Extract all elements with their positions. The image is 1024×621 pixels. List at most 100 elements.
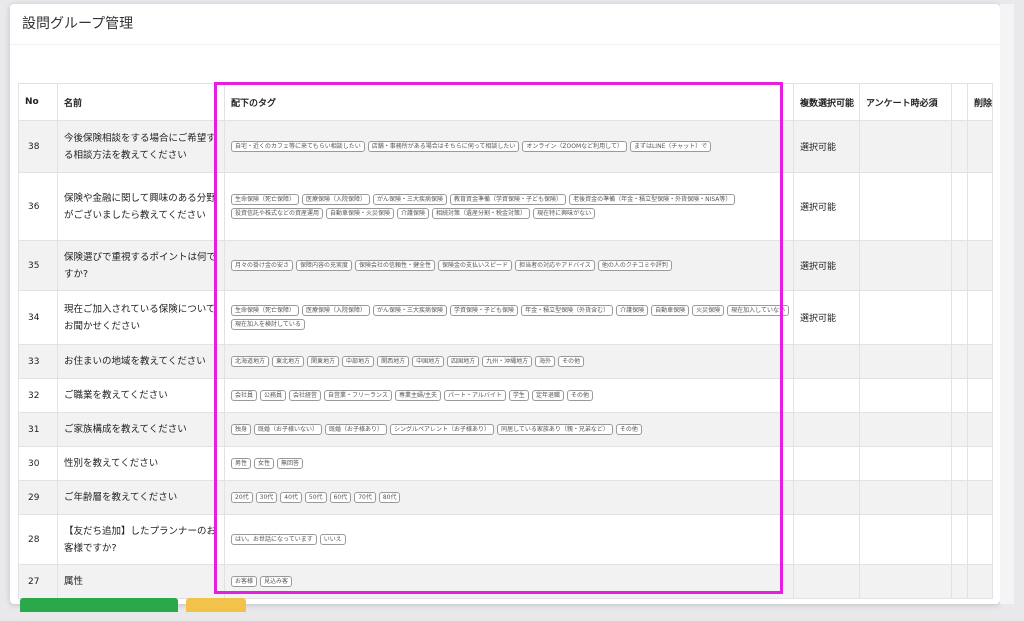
tag-chip[interactable]: オンライン（ZOOMなど利用して） bbox=[522, 141, 627, 152]
row-delete[interactable] bbox=[967, 480, 993, 515]
table-row[interactable]: 35 保険選びで重視するポイントは何ですか? 月々の掛け金の安さ 保障内容の充実度 保険… bbox=[18, 240, 993, 291]
tag-chip[interactable]: がん保険・三大疾病保険 bbox=[373, 305, 448, 316]
row-name[interactable]: ご職業を教えてください bbox=[57, 378, 225, 413]
secondary-action-button[interactable] bbox=[186, 598, 246, 612]
tag-chip[interactable]: 70代 bbox=[354, 492, 376, 503]
tag-chip[interactable]: はい。お世話になっています bbox=[231, 534, 317, 545]
tag-chip[interactable]: 80代 bbox=[378, 492, 401, 503]
tag-chip[interactable]: 女性 bbox=[254, 458, 275, 469]
tag-chip[interactable]: 保険会社の信頼性・健全性 bbox=[355, 260, 436, 271]
row-name[interactable]: 性別を教えてください bbox=[57, 446, 225, 481]
table-row[interactable]: 30 性別を教えてください 男性 女性 無回答 bbox=[18, 446, 993, 481]
row-delete[interactable] bbox=[967, 412, 993, 447]
tag-chip[interactable]: 火災保険 bbox=[692, 305, 725, 316]
tag-chip[interactable]: 無回答 bbox=[277, 458, 304, 469]
tag-chip[interactable]: 会社経営 bbox=[289, 390, 322, 401]
tag-chip[interactable]: 現在特に興味がない bbox=[533, 208, 596, 219]
row-name[interactable]: 属性 bbox=[57, 564, 225, 599]
table-row[interactable]: 27 属性 お客様 見込み客 bbox=[18, 564, 993, 599]
tag-chip[interactable]: お客様 bbox=[231, 576, 258, 587]
tag-chip[interactable]: 独身 bbox=[231, 424, 252, 435]
tag-chip[interactable]: 年金・積立型保険（外貨含む） bbox=[521, 305, 614, 316]
tag-chip[interactable]: 四国地方 bbox=[447, 356, 480, 367]
header-required[interactable]: アンケート時必須 bbox=[859, 83, 952, 121]
tag-chip[interactable]: 関西地方 bbox=[377, 356, 410, 367]
row-delete[interactable] bbox=[967, 564, 993, 599]
tag-chip[interactable]: 介護保険 bbox=[616, 305, 649, 316]
tag-chip[interactable]: 関東地方 bbox=[307, 356, 340, 367]
header-no[interactable]: No bbox=[18, 83, 58, 121]
tag-chip[interactable]: 自動車保険・火災保険 bbox=[326, 208, 395, 219]
tag-chip[interactable]: 定年退職 bbox=[531, 390, 564, 401]
tag-chip[interactable]: 自宅・近くのカフェ等に来てもらい相談したい bbox=[231, 141, 365, 152]
tag-chip[interactable]: 既婚（お子様あり） bbox=[325, 424, 388, 435]
tag-chip[interactable]: 相続対策（遺産分割・税金対策） bbox=[432, 208, 531, 219]
table-row[interactable]: 29 ご年齢層を教えてください 20代 30代 40代 50代 60代 70代 80代 bbox=[18, 480, 993, 515]
tag-chip[interactable]: 保障内容の充実度 bbox=[296, 260, 353, 271]
tag-chip[interactable]: その他 bbox=[566, 390, 593, 401]
tag-chip[interactable]: 生命保険（死亡保障） bbox=[231, 194, 300, 205]
row-delete[interactable] bbox=[967, 290, 993, 345]
tag-chip[interactable]: 50代 bbox=[304, 492, 327, 503]
table-row[interactable]: 28 【友だち追加】したプランナーのお客様ですか? はい。お世話になっています いいえ bbox=[18, 514, 993, 565]
header-delete[interactable]: 削除 bbox=[967, 83, 993, 121]
tag-chip[interactable]: 現在加入を検討している bbox=[231, 319, 305, 330]
row-delete[interactable] bbox=[967, 446, 993, 481]
row-name[interactable]: お住まいの地域を教えてください bbox=[57, 344, 225, 379]
tag-chip[interactable]: 生命保険（死亡保障） bbox=[231, 305, 300, 316]
tag-chip[interactable]: 男性 bbox=[231, 458, 252, 469]
tag-chip[interactable]: 現在加入していない bbox=[727, 305, 789, 316]
row-name[interactable]: 今後保険相談をする場合にご希望する相談方法を教えてください bbox=[57, 120, 225, 173]
header-name[interactable]: 名前 bbox=[57, 83, 225, 121]
row-name[interactable]: ご家族構成を教えてください bbox=[57, 412, 225, 447]
tag-chip[interactable]: 40代 bbox=[280, 492, 302, 503]
tag-chip[interactable]: 30代 bbox=[255, 492, 278, 503]
tag-chip[interactable]: 公務員 bbox=[260, 390, 287, 401]
row-delete[interactable] bbox=[967, 378, 993, 413]
tag-chip[interactable]: 自動車保険 bbox=[651, 305, 690, 316]
tag-chip[interactable]: その他 bbox=[558, 356, 585, 367]
header-multi-select[interactable]: 複数選択可能 bbox=[793, 83, 860, 121]
row-delete[interactable] bbox=[967, 514, 993, 565]
row-name[interactable]: 保険選びで重視するポイントは何ですか? bbox=[57, 240, 225, 291]
tag-chip[interactable]: 介護保険 bbox=[397, 208, 430, 219]
tag-chip[interactable]: 九州・沖縄地方 bbox=[482, 356, 533, 367]
primary-action-button[interactable] bbox=[20, 598, 178, 612]
tag-chip[interactable]: 店舗・事務所がある場合はそちらに伺って相談したい bbox=[367, 141, 520, 152]
tag-chip[interactable]: 投資信託や株式などの資産運用 bbox=[231, 208, 324, 219]
row-name[interactable]: 保険や金融に関して興味のある分野がございましたら教えてください bbox=[57, 172, 225, 241]
table-row[interactable]: 31 ご家族構成を教えてください 独身 既婚（お子様いない） 既婚（お子様あり） シングル… bbox=[18, 412, 993, 447]
tag-chip[interactable]: 医療保険（入院保障） bbox=[302, 194, 371, 205]
row-delete[interactable] bbox=[967, 240, 993, 291]
tag-chip[interactable]: 自営業・フリーランス bbox=[324, 390, 392, 401]
tag-chip[interactable]: 専業主婦/主夫 bbox=[394, 390, 441, 401]
row-delete[interactable] bbox=[967, 172, 993, 241]
tag-chip[interactable]: 既婚（お子様いない） bbox=[254, 424, 323, 435]
row-delete[interactable] bbox=[967, 344, 993, 379]
tag-chip[interactable]: 中部地方 bbox=[342, 356, 375, 367]
tag-chip[interactable]: 見込み客 bbox=[260, 576, 293, 587]
table-row[interactable]: 38 今後保険相談をする場合にご希望する相談方法を教えてください 自宅・近くのカフェ… bbox=[18, 120, 993, 173]
tag-chip[interactable]: 北海道地方 bbox=[231, 356, 270, 367]
row-delete[interactable] bbox=[967, 120, 993, 173]
tag-chip[interactable]: いいえ bbox=[319, 534, 346, 545]
tag-chip[interactable]: 保険金の支払いスピード bbox=[438, 260, 513, 271]
tag-chip[interactable]: 同居している家族あり（親・兄弟など） bbox=[497, 424, 613, 435]
tag-chip[interactable]: 会社員 bbox=[231, 390, 258, 401]
tag-chip[interactable]: 老後資金の準備（年金・積立型保険・外貨保険・NISA等） bbox=[569, 194, 736, 205]
tag-chip[interactable]: 担当者の対応やアドバイス bbox=[515, 260, 595, 271]
tag-chip[interactable]: シングルペアレント（お子様あり） bbox=[390, 424, 495, 435]
table-row[interactable]: 34 現在ご加入されている保険についてお聞かせください 生命保険（死亡保障） 医療保険… bbox=[18, 290, 993, 345]
tag-chip[interactable]: その他 bbox=[615, 424, 642, 435]
tag-chip[interactable]: 中国地方 bbox=[412, 356, 445, 367]
tag-chip[interactable]: 医療保険（入院保障） bbox=[302, 305, 371, 316]
tag-chip[interactable]: 教育資金準備（学資保険・子ども保険） bbox=[450, 194, 567, 205]
row-name[interactable]: 現在ご加入されている保険についてお聞かせください bbox=[57, 290, 225, 345]
tag-chip[interactable]: 学資保険・子ども保険 bbox=[450, 305, 519, 316]
header-tags[interactable]: 配下のタグ bbox=[224, 83, 794, 121]
tag-chip[interactable]: 東北地方 bbox=[272, 356, 305, 367]
row-name[interactable]: 【友だち追加】したプランナーのお客様ですか? bbox=[57, 514, 225, 565]
tag-chip[interactable]: 海外 bbox=[535, 356, 556, 367]
tag-chip[interactable]: まずはLINE（チャット）で bbox=[629, 141, 712, 152]
table-row[interactable]: 32 ご職業を教えてください 会社員 公務員 会社経営 自営業・フリーランス 専業主婦/主夫… bbox=[18, 378, 993, 413]
